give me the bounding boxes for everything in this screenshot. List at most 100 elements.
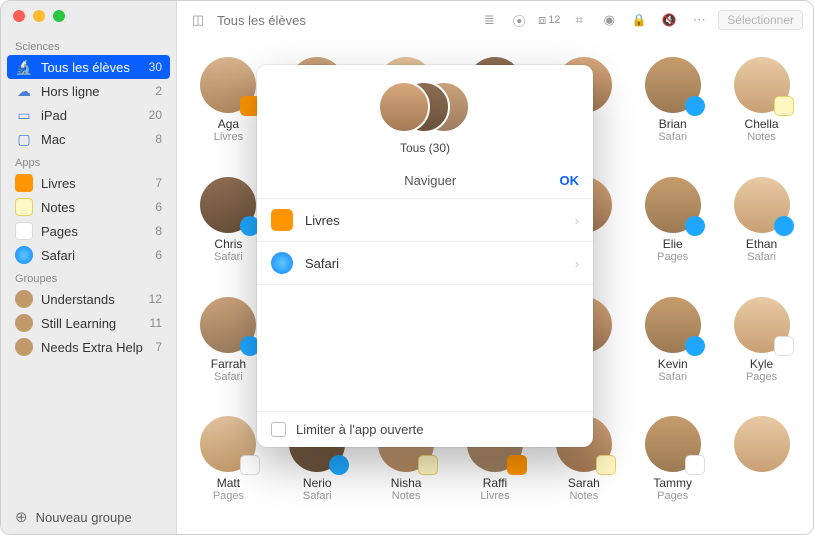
limit-app-checkbox[interactable] bbox=[271, 422, 286, 437]
avatar bbox=[645, 177, 701, 233]
avatar bbox=[200, 177, 256, 233]
books-icon bbox=[271, 209, 293, 231]
pages-icon bbox=[774, 336, 794, 356]
avatar bbox=[200, 297, 256, 353]
student-cell[interactable]: TammyPages bbox=[631, 416, 714, 522]
popover-row-livres[interactable]: Livres › bbox=[257, 199, 593, 242]
student-cell[interactable]: EthanSafari bbox=[720, 177, 803, 283]
sidebar-item-label: Understands bbox=[41, 292, 141, 307]
apps-grid-icon[interactable] bbox=[568, 9, 590, 31]
toggle-sidebar-icon[interactable] bbox=[187, 9, 209, 31]
sidebar-item-count: 2 bbox=[155, 84, 162, 98]
student-cell[interactable]: KevinSafari bbox=[631, 297, 714, 403]
student-name: Farrah bbox=[211, 357, 246, 371]
safari-icon bbox=[271, 252, 293, 274]
selection-count: Tous (30) bbox=[400, 141, 450, 155]
plus-circle-icon bbox=[15, 508, 28, 526]
ok-button[interactable]: OK bbox=[560, 173, 580, 188]
student-cell[interactable]: EliePages bbox=[631, 177, 714, 283]
sidebar-item-pages[interactable]: Pages 8 bbox=[1, 219, 176, 243]
student-cell[interactable] bbox=[720, 416, 803, 522]
student-cell[interactable]: BrianSafari bbox=[631, 57, 714, 163]
safari-icon bbox=[329, 455, 349, 475]
inbox-button[interactable]: 12 bbox=[538, 9, 560, 31]
student-app-label: Safari bbox=[214, 251, 243, 263]
sidebar-item-label: Hors ligne bbox=[41, 84, 147, 99]
sidebar-item-group-needs-help[interactable]: Needs Extra Help 7 bbox=[1, 335, 176, 359]
sidebar-item-group-still-learning[interactable]: Still Learning 11 bbox=[1, 311, 176, 335]
more-icon[interactable] bbox=[688, 9, 710, 31]
mute-icon[interactable] bbox=[658, 9, 680, 31]
student-app-label: Safari bbox=[658, 371, 687, 383]
student-app-label: Pages bbox=[213, 490, 244, 502]
avatar bbox=[645, 416, 701, 472]
student-app-label: Pages bbox=[657, 490, 688, 502]
avatar bbox=[734, 57, 790, 113]
student-name: Sarah bbox=[568, 476, 600, 490]
student-app-label: Notes bbox=[392, 490, 421, 502]
new-group-label: Nouveau groupe bbox=[36, 510, 132, 525]
student-app-label: Pages bbox=[746, 371, 777, 383]
stack-icon[interactable] bbox=[478, 9, 500, 31]
notes-icon bbox=[15, 198, 33, 216]
student-name: Chris bbox=[214, 237, 242, 251]
sidebar-item-livres[interactable]: Livres 7 bbox=[1, 171, 176, 195]
student-name: Ethan bbox=[746, 237, 777, 251]
student-app-label: Notes bbox=[569, 490, 598, 502]
sidebar-item-label: Needs Extra Help bbox=[41, 340, 147, 355]
sidebar-item-label: Safari bbox=[41, 248, 147, 263]
sidebar-item-count: 6 bbox=[155, 200, 162, 214]
sidebar-item-group-understands[interactable]: Understands 12 bbox=[1, 287, 176, 311]
sidebar-section-groups: Groupes bbox=[1, 267, 176, 287]
lock-icon[interactable] bbox=[628, 9, 650, 31]
avatar bbox=[734, 177, 790, 233]
student-name: Elie bbox=[663, 237, 683, 251]
microscope-icon bbox=[15, 58, 33, 76]
safari-icon bbox=[685, 96, 705, 116]
sidebar-item-offline[interactable]: Hors ligne 2 bbox=[1, 79, 176, 103]
toolbar: Tous les élèves 12 Sélectionner bbox=[177, 1, 813, 39]
close-window-button[interactable] bbox=[13, 10, 25, 22]
student-cell[interactable]: KylePages bbox=[720, 297, 803, 403]
inbox-count: 12 bbox=[548, 14, 560, 26]
sidebar-item-all-students[interactable]: Tous les élèves 30 bbox=[7, 55, 170, 79]
avatar bbox=[378, 81, 430, 133]
sidebar-item-notes[interactable]: Notes 6 bbox=[1, 195, 176, 219]
sidebar-item-count: 7 bbox=[155, 340, 162, 354]
sidebar-section-apps: Apps bbox=[1, 151, 176, 171]
books-icon bbox=[15, 174, 33, 192]
student-name: Nerio bbox=[303, 476, 332, 490]
ipad-icon bbox=[15, 106, 33, 124]
minimize-window-button[interactable] bbox=[33, 10, 45, 22]
safari-icon bbox=[774, 216, 794, 236]
group-icon bbox=[15, 314, 33, 332]
sidebar-item-mac[interactable]: Mac 8 bbox=[1, 127, 176, 151]
pages-icon bbox=[685, 455, 705, 475]
group-icon bbox=[15, 338, 33, 356]
student-cell[interactable]: ChellaNotes bbox=[720, 57, 803, 163]
view-screens-icon[interactable] bbox=[598, 9, 620, 31]
stacked-avatars bbox=[378, 79, 472, 135]
student-app-label: Safari bbox=[214, 371, 243, 383]
sidebar-item-count: 6 bbox=[155, 248, 162, 262]
sidebar-item-safari[interactable]: Safari 6 bbox=[1, 243, 176, 267]
zoom-window-button[interactable] bbox=[53, 10, 65, 22]
student-app-label: Safari bbox=[303, 490, 332, 502]
new-group-button[interactable]: Nouveau groupe bbox=[1, 500, 177, 534]
safari-icon bbox=[685, 336, 705, 356]
student-app-label: Livres bbox=[214, 131, 243, 143]
page-title: Tous les élèves bbox=[217, 13, 306, 28]
select-button[interactable]: Sélectionner bbox=[718, 10, 803, 30]
sidebar-item-count: 11 bbox=[150, 316, 162, 330]
popover-nav: Naviguer OK bbox=[257, 163, 593, 199]
sidebar-item-ipad[interactable]: iPad 20 bbox=[1, 103, 176, 127]
chevron-right-icon: › bbox=[575, 213, 579, 228]
sidebar-item-label: iPad bbox=[41, 108, 141, 123]
navigate-icon[interactable] bbox=[508, 9, 530, 31]
student-name: Chella bbox=[745, 117, 779, 131]
student-app-label: Safari bbox=[658, 131, 687, 143]
popover-row-safari[interactable]: Safari › bbox=[257, 242, 593, 285]
avatar bbox=[734, 416, 790, 472]
sidebar-item-count: 8 bbox=[155, 224, 162, 238]
popover-title: Naviguer bbox=[301, 173, 560, 188]
